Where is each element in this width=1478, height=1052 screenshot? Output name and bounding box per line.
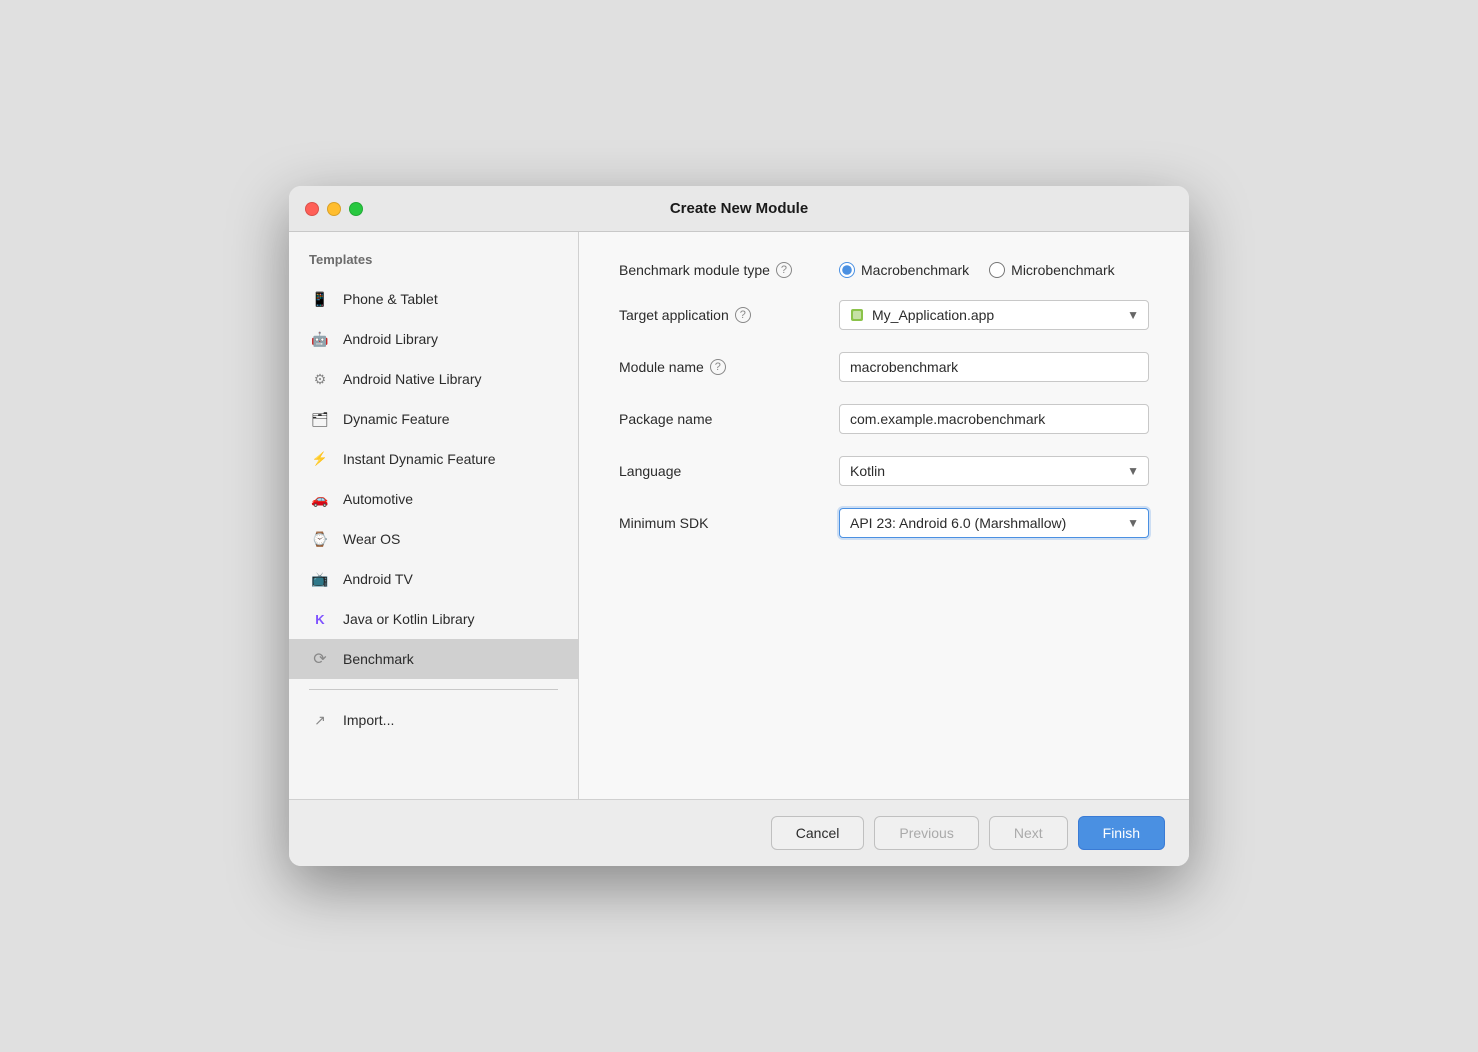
sidebar-item-label: Java or Kotlin Library [343, 611, 475, 627]
sidebar-item-label: Benchmark [343, 651, 414, 667]
instant-icon [309, 448, 331, 470]
title-bar: Create New Module [289, 186, 1189, 232]
sidebar-item-label: Wear OS [343, 531, 400, 547]
target-application-help[interactable]: ? [735, 307, 751, 323]
language-row: Language Kotlin Java ▼ [619, 456, 1149, 486]
wear-icon [309, 528, 331, 550]
minimum-sdk-select-wrapper: API 23: Android 6.0 (Marshmallow) API 21… [839, 508, 1149, 538]
benchmark-icon [309, 648, 331, 670]
benchmark-module-type-radio-group: Macrobenchmark Microbenchmark [839, 262, 1149, 278]
sidebar-item-phone-tablet[interactable]: Phone & Tablet [289, 279, 578, 319]
create-new-module-dialog: Create New Module Templates Phone & Tabl… [289, 186, 1189, 866]
microbenchmark-radio[interactable] [989, 262, 1005, 278]
sidebar-item-android-library[interactable]: Android Library [289, 319, 578, 359]
package-name-control [839, 404, 1149, 434]
sidebar-divider [309, 689, 558, 690]
benchmark-module-type-label: Benchmark module type ? [619, 262, 819, 278]
package-name-row: Package name [619, 404, 1149, 434]
automotive-icon [309, 488, 331, 510]
maximize-button[interactable] [349, 202, 363, 216]
microbenchmark-option[interactable]: Microbenchmark [989, 262, 1114, 278]
phone-icon [309, 288, 331, 310]
dynamic-icon [309, 408, 331, 430]
sidebar-item-automotive[interactable]: Automotive [289, 479, 578, 519]
target-application-select-wrapper: My_Application.app ▼ [839, 300, 1149, 330]
dialog-footer: Cancel Previous Next Finish [289, 799, 1189, 866]
sidebar-item-android-tv[interactable]: Android TV [289, 559, 578, 599]
sidebar-item-import[interactable]: Import... [289, 700, 578, 741]
minimum-sdk-select[interactable]: API 23: Android 6.0 (Marshmallow) API 21… [839, 508, 1149, 538]
microbenchmark-label: Microbenchmark [1011, 262, 1114, 278]
android-icon [309, 328, 331, 350]
sidebar-item-label: Instant Dynamic Feature [343, 451, 496, 467]
package-name-input[interactable] [839, 404, 1149, 434]
native-library-icon [309, 368, 331, 390]
sidebar-item-benchmark[interactable]: Benchmark [289, 639, 578, 679]
target-application-control: My_Application.app ▼ [839, 300, 1149, 330]
sidebar-items: Phone & Tablet Android Library Android N… [289, 279, 578, 779]
traffic-lights [305, 202, 363, 216]
kotlin-icon [309, 608, 331, 630]
benchmark-module-type-control: Macrobenchmark Microbenchmark [839, 262, 1149, 278]
tv-icon [309, 568, 331, 590]
minimum-sdk-control: API 23: Android 6.0 (Marshmallow) API 21… [839, 508, 1149, 538]
cancel-button[interactable]: Cancel [771, 816, 865, 850]
sidebar-item-wear-os[interactable]: Wear OS [289, 519, 578, 559]
macrobenchmark-radio[interactable] [839, 262, 855, 278]
module-name-input[interactable] [839, 352, 1149, 382]
import-icon [309, 709, 331, 731]
language-control: Kotlin Java ▼ [839, 456, 1149, 486]
module-name-label: Module name ? [619, 359, 819, 375]
sidebar-item-android-native-library[interactable]: Android Native Library [289, 359, 578, 399]
macrobenchmark-option[interactable]: Macrobenchmark [839, 262, 969, 278]
macrobenchmark-label: Macrobenchmark [861, 262, 969, 278]
dialog-body: Templates Phone & Tablet Android Library… [289, 232, 1189, 799]
target-application-select[interactable]: My_Application.app [839, 300, 1149, 330]
sidebar-item-label: Android Native Library [343, 371, 482, 387]
sidebar-item-java-kotlin-library[interactable]: Java or Kotlin Library [289, 599, 578, 639]
sidebar-header: Templates [289, 252, 578, 279]
package-name-label: Package name [619, 411, 819, 427]
language-select[interactable]: Kotlin Java [839, 456, 1149, 486]
benchmark-module-type-row: Benchmark module type ? Macrobenchmark M… [619, 262, 1149, 278]
close-button[interactable] [305, 202, 319, 216]
sidebar-item-label: Import... [343, 712, 394, 728]
dialog-title: Create New Module [670, 200, 808, 217]
sidebar-item-label: Automotive [343, 491, 413, 507]
module-name-control [839, 352, 1149, 382]
previous-button[interactable]: Previous [874, 816, 978, 850]
benchmark-module-type-help[interactable]: ? [776, 262, 792, 278]
content-area: Benchmark module type ? Macrobenchmark M… [579, 232, 1189, 799]
sidebar: Templates Phone & Tablet Android Library… [289, 232, 579, 799]
next-button[interactable]: Next [989, 816, 1068, 850]
sidebar-item-dynamic-feature[interactable]: Dynamic Feature [289, 399, 578, 439]
minimum-sdk-row: Minimum SDK API 23: Android 6.0 (Marshma… [619, 508, 1149, 538]
minimum-sdk-label: Minimum SDK [619, 515, 819, 531]
sidebar-item-label: Phone & Tablet [343, 291, 438, 307]
sidebar-item-label: Android Library [343, 331, 438, 347]
module-name-help[interactable]: ? [710, 359, 726, 375]
language-select-wrapper: Kotlin Java ▼ [839, 456, 1149, 486]
sidebar-item-label: Android TV [343, 571, 413, 587]
minimize-button[interactable] [327, 202, 341, 216]
target-application-label: Target application ? [619, 307, 819, 323]
sidebar-item-label: Dynamic Feature [343, 411, 450, 427]
module-name-row: Module name ? [619, 352, 1149, 382]
target-application-row: Target application ? My_Application.app … [619, 300, 1149, 330]
finish-button[interactable]: Finish [1078, 816, 1165, 850]
sidebar-item-instant-dynamic-feature[interactable]: Instant Dynamic Feature [289, 439, 578, 479]
language-label: Language [619, 463, 819, 479]
